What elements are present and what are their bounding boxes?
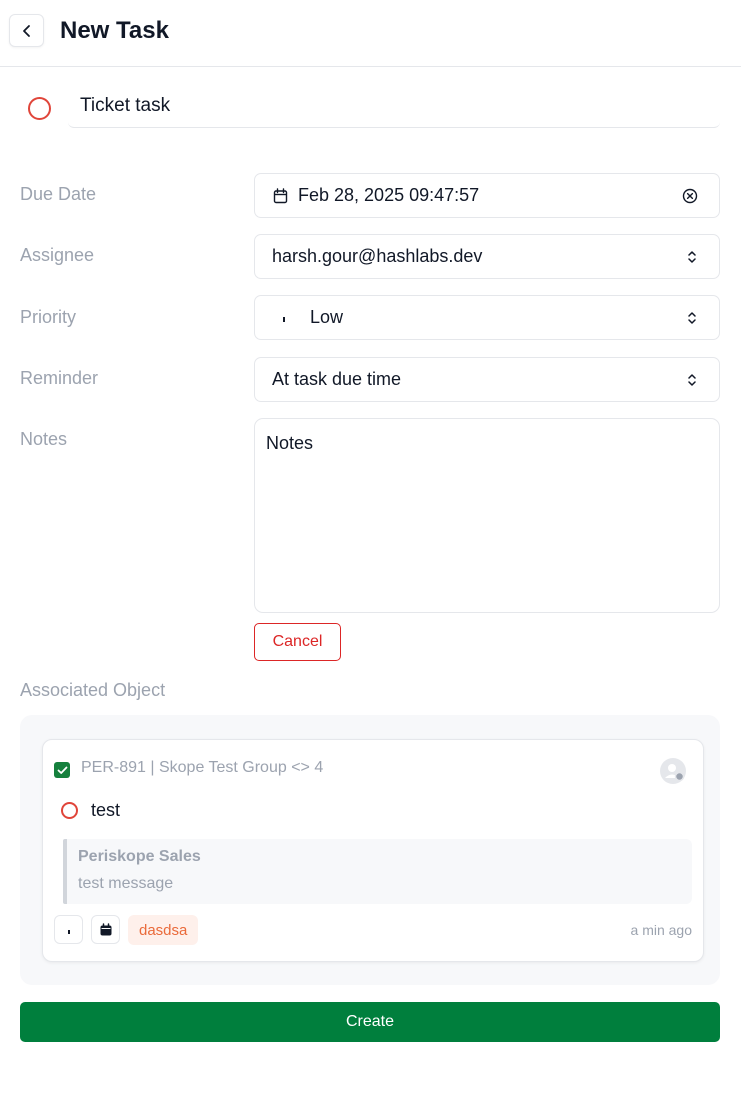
chevron-left-icon <box>22 24 30 37</box>
priority-value: Low <box>310 307 344 327</box>
associated-object-label: Associated Object <box>20 680 166 700</box>
priority-button[interactable] <box>54 915 83 944</box>
back-button[interactable] <box>9 14 44 47</box>
header: New Task <box>0 0 741 67</box>
due-date-picker[interactable]: Feb 28, 2025 09:47:57 <box>254 173 720 218</box>
quoted-message-text: test message <box>78 875 174 892</box>
notes-textarea[interactable]: Notes <box>254 418 720 613</box>
priority-low-icon <box>67 929 70 934</box>
priority-label: Priority <box>20 307 77 327</box>
priority-low-icon <box>283 316 285 322</box>
associated-task-status-toggle[interactable] <box>61 802 78 819</box>
reminder-label: Reminder <box>20 368 99 388</box>
associated-object-checkbox[interactable] <box>54 762 70 778</box>
task-tag[interactable]: dasdsa <box>128 915 199 945</box>
page-title: New Task <box>60 17 169 44</box>
chevron-up-down-icon <box>685 309 699 327</box>
create-button[interactable]: Create <box>20 1002 720 1042</box>
notes-label: Notes <box>20 429 68 449</box>
chevron-up-down-icon <box>685 248 699 266</box>
avatar-icon <box>665 764 685 782</box>
calendar-icon <box>273 187 288 203</box>
avatar[interactable] <box>660 758 686 784</box>
cancel-button[interactable]: Cancel <box>254 623 341 661</box>
quoted-message-author: Periskope Sales <box>78 848 201 865</box>
assignee-value: harsh.gour@hashlabs.dev <box>272 246 483 266</box>
quoted-message: Periskope Sales test message <box>63 839 692 904</box>
task-status-toggle[interactable] <box>28 97 51 120</box>
calendar-filled-icon <box>100 922 111 935</box>
associated-object-ref[interactable]: PER-891 | Skope Test Group <> 4 <box>81 759 323 777</box>
task-title-input[interactable] <box>68 84 720 128</box>
priority-select[interactable]: Low <box>254 295 720 340</box>
reminder-select[interactable]: At task due time <box>254 357 720 402</box>
reminder-value: At task due time <box>272 369 402 389</box>
checkmark-icon <box>57 766 67 774</box>
associated-task-title: test <box>91 800 121 820</box>
assignee-label: Assignee <box>20 245 95 265</box>
due-date-value: Feb 28, 2025 09:47:57 <box>298 185 480 205</box>
due-date-button[interactable] <box>91 915 120 944</box>
assignee-select[interactable]: harsh.gour@hashlabs.dev <box>254 234 720 279</box>
chevron-up-down-icon <box>685 371 699 389</box>
clear-icon[interactable] <box>682 188 698 204</box>
due-date-label: Due Date <box>20 184 97 204</box>
timestamp: a min ago <box>630 922 692 938</box>
